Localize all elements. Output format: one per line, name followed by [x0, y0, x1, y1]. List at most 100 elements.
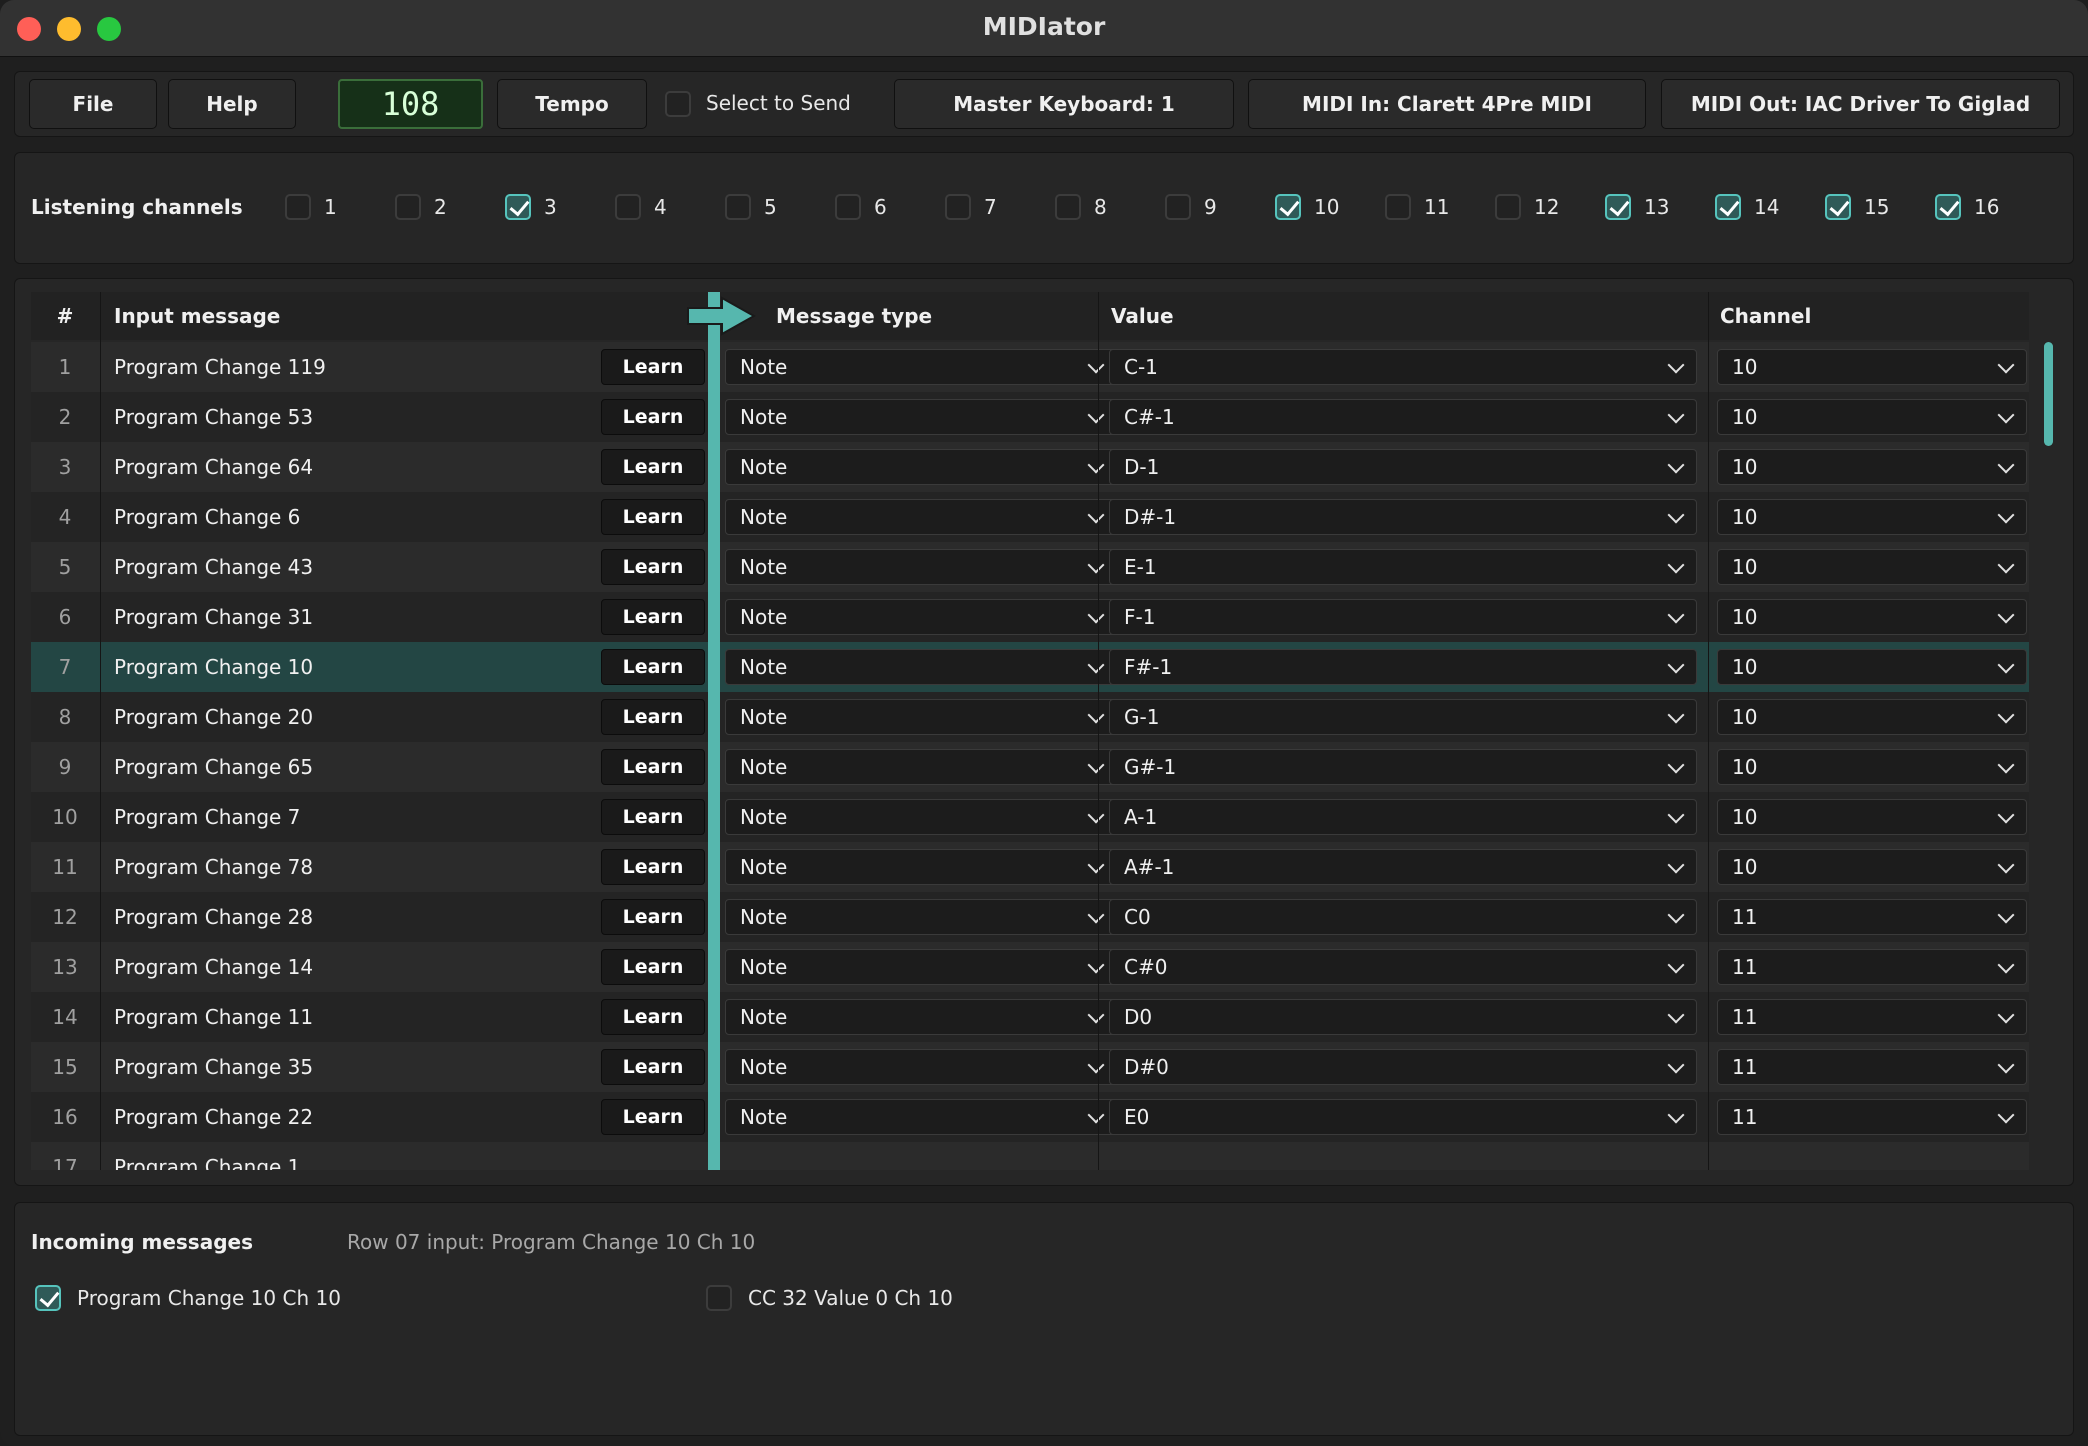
tempo-button[interactable]: Tempo	[497, 79, 647, 129]
value-dropdown[interactable]: C0	[1109, 899, 1697, 935]
learn-button[interactable]: Learn	[601, 499, 705, 535]
learn-button[interactable]: Learn	[601, 649, 705, 685]
learn-button[interactable]: Learn	[601, 549, 705, 585]
value-dropdown[interactable]: C#-1	[1109, 399, 1697, 435]
message-type-dropdown[interactable]: Note	[725, 599, 1117, 635]
help-button[interactable]: Help	[168, 79, 296, 129]
table-row[interactable]: 2 Program Change 53 Learn Note C#-1 10	[31, 392, 2029, 442]
channel-dropdown[interactable]: 11	[1717, 1049, 2027, 1085]
channel-10-checkbox[interactable]	[1275, 194, 1301, 220]
midi-out-button[interactable]: MIDI Out: IAC Driver To Giglad	[1661, 79, 2060, 129]
table-scrollbar[interactable]	[2044, 342, 2053, 446]
learn-button[interactable]: Learn	[601, 749, 705, 785]
table-row[interactable]: 14 Program Change 11 Learn Note D0 11	[31, 992, 2029, 1042]
table-row[interactable]: 10 Program Change 7 Learn Note A-1 10	[31, 792, 2029, 842]
channel-14-checkbox[interactable]	[1715, 194, 1741, 220]
table-row[interactable]: 17 Program Change 1	[31, 1142, 2029, 1170]
channel-dropdown[interactable]: 10	[1717, 349, 2027, 385]
channel-11-checkbox[interactable]	[1385, 194, 1411, 220]
message-type-dropdown[interactable]: Note	[725, 399, 1117, 435]
message-type-dropdown[interactable]: Note	[725, 1049, 1117, 1085]
table-row[interactable]: 11 Program Change 78 Learn Note A#-1 10	[31, 842, 2029, 892]
midi-in-button[interactable]: MIDI In: Clarett 4Pre MIDI	[1248, 79, 1646, 129]
channel-dropdown[interactable]: 10	[1717, 749, 2027, 785]
channel-13-checkbox[interactable]	[1605, 194, 1631, 220]
channel-6-checkbox[interactable]	[835, 194, 861, 220]
channel-2-checkbox[interactable]	[395, 194, 421, 220]
message-type-dropdown[interactable]: Note	[725, 349, 1117, 385]
message-type-dropdown[interactable]: Note	[725, 949, 1117, 985]
value-dropdown[interactable]: F#-1	[1109, 649, 1697, 685]
value-dropdown[interactable]: D#-1	[1109, 499, 1697, 535]
learn-button[interactable]: Learn	[601, 349, 705, 385]
value-dropdown[interactable]: G-1	[1109, 699, 1697, 735]
table-row[interactable]: 7 Program Change 10 Learn Note F#-1 10	[31, 642, 2029, 692]
channel-dropdown[interactable]: 10	[1717, 849, 2027, 885]
channel-dropdown[interactable]: 10	[1717, 449, 2027, 485]
channel-16-checkbox[interactable]	[1935, 194, 1961, 220]
channel-dropdown[interactable]: 10	[1717, 499, 2027, 535]
channel-12-checkbox[interactable]	[1495, 194, 1521, 220]
incoming-message-checkbox[interactable]	[706, 1285, 732, 1311]
value-dropdown[interactable]: C#0	[1109, 949, 1697, 985]
message-type-dropdown[interactable]: Note	[725, 699, 1117, 735]
table-row[interactable]: 1 Program Change 119 Learn Note C-1 10	[31, 342, 2029, 392]
table-row[interactable]: 13 Program Change 14 Learn Note C#0 11	[31, 942, 2029, 992]
column-splitter-handle[interactable]	[708, 292, 720, 1170]
learn-button[interactable]: Learn	[601, 699, 705, 735]
channel-dropdown[interactable]: 10	[1717, 699, 2027, 735]
message-type-dropdown[interactable]: Note	[725, 449, 1117, 485]
incoming-message-checkbox[interactable]	[35, 1285, 61, 1311]
table-row[interactable]: 4 Program Change 6 Learn Note D#-1 10	[31, 492, 2029, 542]
channel-dropdown[interactable]: 10	[1717, 549, 2027, 585]
value-dropdown[interactable]: E0	[1109, 1099, 1697, 1135]
value-dropdown[interactable]: G#-1	[1109, 749, 1697, 785]
channel-15-checkbox[interactable]	[1825, 194, 1851, 220]
learn-button[interactable]: Learn	[601, 449, 705, 485]
message-type-dropdown[interactable]: Note	[725, 899, 1117, 935]
channel-dropdown[interactable]: 11	[1717, 949, 2027, 985]
tempo-display[interactable]: 108	[338, 79, 483, 129]
channel-8-checkbox[interactable]	[1055, 194, 1081, 220]
value-dropdown[interactable]: D0	[1109, 999, 1697, 1035]
learn-button[interactable]: Learn	[601, 799, 705, 835]
channel-dropdown[interactable]: 11	[1717, 899, 2027, 935]
value-dropdown[interactable]: A#-1	[1109, 849, 1697, 885]
learn-button[interactable]: Learn	[601, 849, 705, 885]
select-to-send-checkbox[interactable]	[665, 91, 691, 117]
table-row[interactable]: 16 Program Change 22 Learn Note E0 11	[31, 1092, 2029, 1142]
channel-7-checkbox[interactable]	[945, 194, 971, 220]
channel-5-checkbox[interactable]	[725, 194, 751, 220]
channel-dropdown[interactable]: 10	[1717, 649, 2027, 685]
file-button[interactable]: File	[29, 79, 157, 129]
message-type-dropdown[interactable]: Note	[725, 1099, 1117, 1135]
value-dropdown[interactable]: D-1	[1109, 449, 1697, 485]
channel-dropdown[interactable]: 11	[1717, 999, 2027, 1035]
master-keyboard-button[interactable]: Master Keyboard: 1	[894, 79, 1234, 129]
table-row[interactable]: 8 Program Change 20 Learn Note G-1 10	[31, 692, 2029, 742]
channel-dropdown[interactable]: 10	[1717, 799, 2027, 835]
table-row[interactable]: 15 Program Change 35 Learn Note D#0 11	[31, 1042, 2029, 1092]
channel-1-checkbox[interactable]	[285, 194, 311, 220]
channel-dropdown[interactable]: 10	[1717, 399, 2027, 435]
table-row[interactable]: 9 Program Change 65 Learn Note G#-1 10	[31, 742, 2029, 792]
channel-9-checkbox[interactable]	[1165, 194, 1191, 220]
value-dropdown[interactable]: E-1	[1109, 549, 1697, 585]
table-row[interactable]: 5 Program Change 43 Learn Note E-1 10	[31, 542, 2029, 592]
learn-button[interactable]: Learn	[601, 899, 705, 935]
message-type-dropdown[interactable]: Note	[725, 849, 1117, 885]
value-dropdown[interactable]: C-1	[1109, 349, 1697, 385]
learn-button[interactable]: Learn	[601, 949, 705, 985]
learn-button[interactable]: Learn	[601, 1099, 705, 1135]
channel-dropdown[interactable]: 11	[1717, 1099, 2027, 1135]
value-dropdown[interactable]: D#0	[1109, 1049, 1697, 1085]
message-type-dropdown[interactable]: Note	[725, 499, 1117, 535]
message-type-dropdown[interactable]: Note	[725, 999, 1117, 1035]
message-type-dropdown[interactable]: Note	[725, 799, 1117, 835]
learn-button[interactable]: Learn	[601, 1049, 705, 1085]
channel-3-checkbox[interactable]	[505, 194, 531, 220]
value-dropdown[interactable]: F-1	[1109, 599, 1697, 635]
learn-button[interactable]: Learn	[601, 999, 705, 1035]
message-type-dropdown[interactable]: Note	[725, 549, 1117, 585]
value-dropdown[interactable]: A-1	[1109, 799, 1697, 835]
